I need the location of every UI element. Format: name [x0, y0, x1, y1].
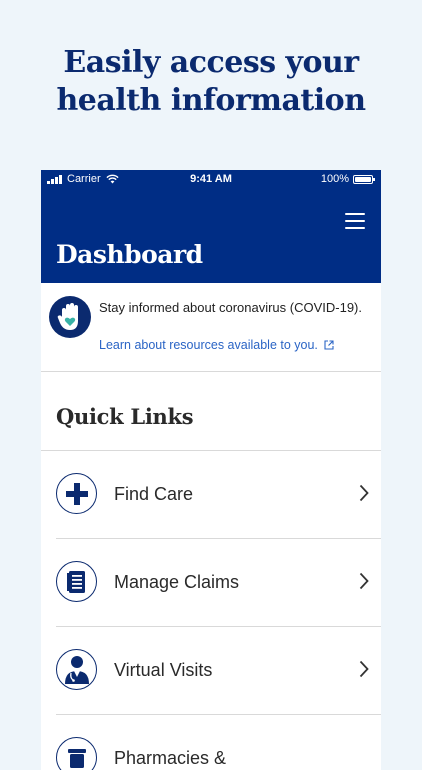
claims-document-icon — [56, 561, 97, 602]
quick-links-title: Quick Links — [56, 404, 194, 429]
quick-link-virtual-visits[interactable]: Virtual Visits — [56, 627, 381, 715]
quick-link-label: Pharmacies & — [114, 748, 227, 768]
status-bar: Carrier 9:41 AM 100% — [41, 170, 381, 190]
quick-links-header: Quick Links — [41, 372, 381, 451]
marketing-headline: Easily access your health information — [0, 44, 422, 120]
status-right: 100% — [320, 173, 375, 185]
battery-percent: 100% — [320, 173, 349, 185]
covid-resources-link[interactable]: Learn about resources available to you. — [99, 338, 334, 352]
phone-screen: Carrier 9:41 AM 100% Dashboard Stay info… — [41, 170, 381, 770]
covid-link-label: Learn about resources available to you. — [99, 338, 318, 352]
plus-cross-icon — [56, 473, 97, 514]
external-link-icon — [324, 340, 334, 350]
quick-link-manage-claims[interactable]: Manage Claims — [56, 539, 381, 627]
quick-link-label: Manage Claims — [114, 572, 240, 592]
quick-link-label: Virtual Visits — [114, 660, 213, 680]
battery-icon — [353, 174, 375, 184]
covid-message: Stay informed about coronavirus (COVID-1… — [99, 300, 362, 315]
chevron-right-icon — [359, 572, 369, 590]
app-header: Carrier 9:41 AM 100% Dashboard — [41, 170, 381, 283]
quick-link-pharmacies[interactable]: Pharmacies & — [56, 715, 381, 770]
headline-line-1: Easily access your — [63, 45, 359, 80]
hamburger-menu-icon[interactable] — [345, 213, 365, 229]
chevron-right-icon — [359, 484, 369, 502]
covid-banner: Stay informed about coronavirus (COVID-1… — [41, 283, 381, 372]
doctor-icon — [56, 649, 97, 690]
page-title: Dashboard — [56, 240, 203, 269]
quick-link-find-care[interactable]: Find Care — [56, 451, 381, 539]
pharmacy-icon — [56, 737, 97, 770]
headline-line-2: health information — [56, 83, 366, 118]
chevron-right-icon — [359, 660, 369, 678]
hand-heart-icon — [49, 296, 91, 338]
quick-link-label: Find Care — [114, 484, 194, 504]
